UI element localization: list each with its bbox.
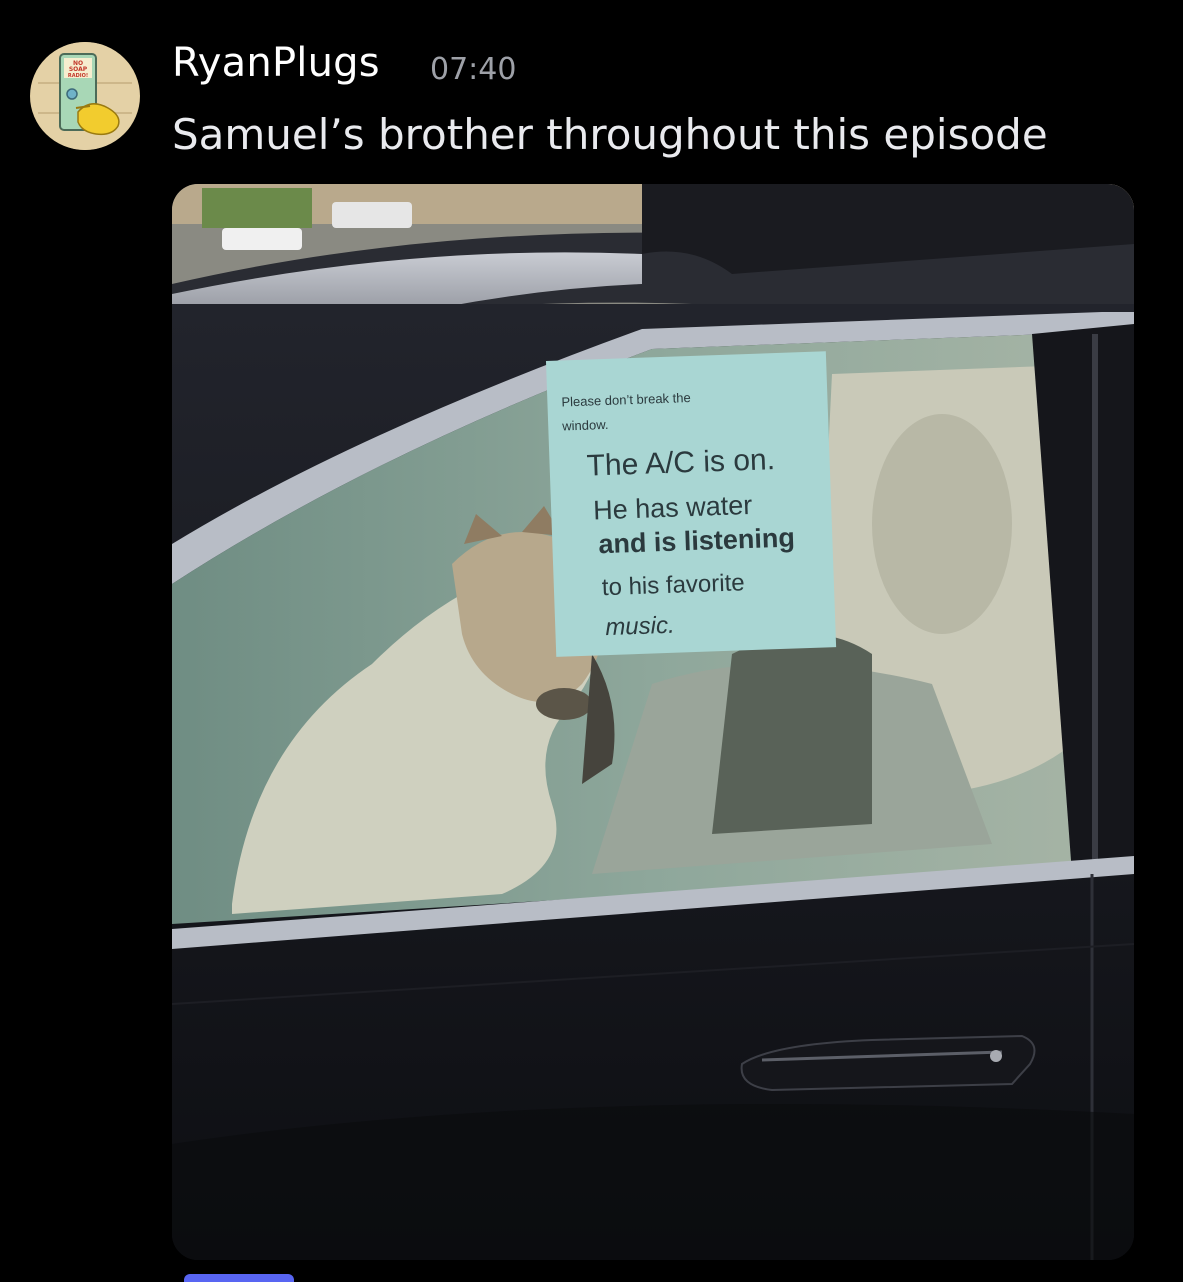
window-sign: Please don’t break the window. The A/C i… — [545, 351, 837, 657]
sign-line-4: He has water — [593, 490, 753, 526]
dog-in-car-photo: Please don’t break the window. The A/C i… — [172, 184, 1134, 1260]
sign-line-2: window. — [561, 417, 609, 434]
reaction-bar[interactable] — [184, 1274, 294, 1282]
sign-line-6: to his favorite — [601, 569, 745, 601]
user-avatar[interactable]: NO SOAP RADIO! — [30, 42, 140, 150]
sign-line-3: The A/C is on. — [586, 443, 775, 483]
sign-line-7: music. — [605, 612, 675, 641]
svg-text:RADIO!: RADIO! — [68, 73, 88, 79]
svg-text:SOAP: SOAP — [69, 66, 88, 73]
chat-message: NO SOAP RADIO! RyanPlugs 07:40 Samuel’s … — [0, 0, 1183, 1282]
image-attachment[interactable]: Please don’t break the window. The A/C i… — [172, 184, 1134, 1260]
message-content: Samuel’s brother throughout this episode — [172, 110, 1048, 159]
no-soap-radio-avatar-icon: NO SOAP RADIO! — [31, 42, 139, 150]
author-name[interactable]: RyanPlugs — [172, 40, 380, 86]
message-timestamp: 07:40 — [430, 52, 517, 87]
